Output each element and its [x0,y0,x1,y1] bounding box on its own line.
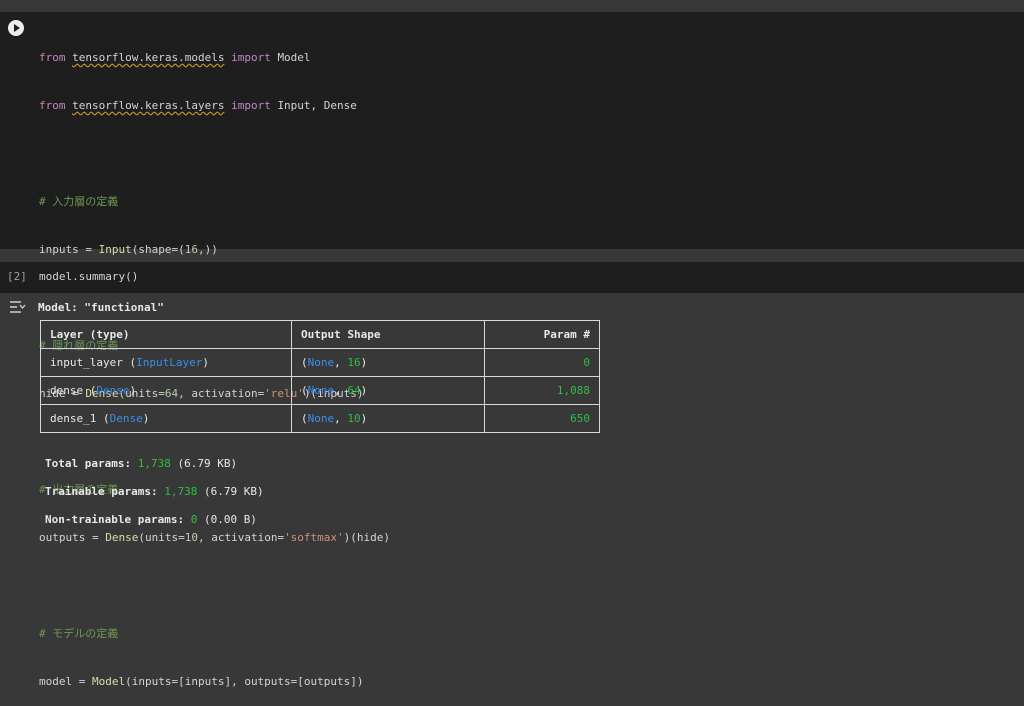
params-totals: Total params: 1,738 (6.79 KB) Trainable … [45,443,264,541]
model-summary-table: Layer (type) Output Shape Param # input_… [40,320,600,433]
output-toggle-icon[interactable] [9,300,27,314]
column-header: Output Shape [291,320,485,349]
layer-cell: input_layer (InputLayer) [40,348,292,377]
code-line: from tensorflow.keras.layers import Inpu… [39,99,357,112]
shape-cell: (None, 16) [291,348,485,377]
total-params-line: Total params: 1,738 (6.79 KB) [45,457,238,470]
shape-cell: (None, 10) [291,404,485,433]
layer-cell: dense_1 (Dense) [40,404,292,433]
param-cell: 0 [484,348,600,377]
column-header: Layer (type) [40,320,292,349]
param-cell: 650 [484,404,600,433]
code-comment: # 入力層の定義 [39,195,119,208]
table-row: input_layer (InputLayer) (None, 16) 0 [40,348,600,377]
code-line: inputs = Input(shape=(16,)) [39,243,218,256]
code-line-summary[interactable]: model.summary() [39,270,138,283]
layer-cell: dense (Dense) [40,376,292,405]
trainable-params-line: Trainable params: 1,738 (6.79 KB) [45,485,264,498]
code-line: model = Model(inputs=[inputs], outputs=[… [39,675,364,688]
code-line: from tensorflow.keras.models import Mode… [39,51,311,64]
execution-count: [2] [7,270,27,283]
table-row: dense (Dense) (None, 64) 1,088 [40,376,600,405]
column-header: Param # [484,320,600,349]
run-cell-button[interactable] [8,20,24,36]
top-strip [0,0,1024,12]
nontrainable-params-line: Non-trainable params: 0 (0.00 B) [45,513,257,526]
param-cell: 1,088 [484,376,600,405]
table-header-row: Layer (type) Output Shape Param # [40,320,600,349]
model-title: Model: "functional" [38,301,164,314]
shape-cell: (None, 64) [291,376,485,405]
code-comment: # モデルの定義 [39,627,119,640]
table-row: dense_1 (Dense) (None, 10) 650 [40,404,600,433]
code-cell-summary[interactable] [0,262,1024,293]
